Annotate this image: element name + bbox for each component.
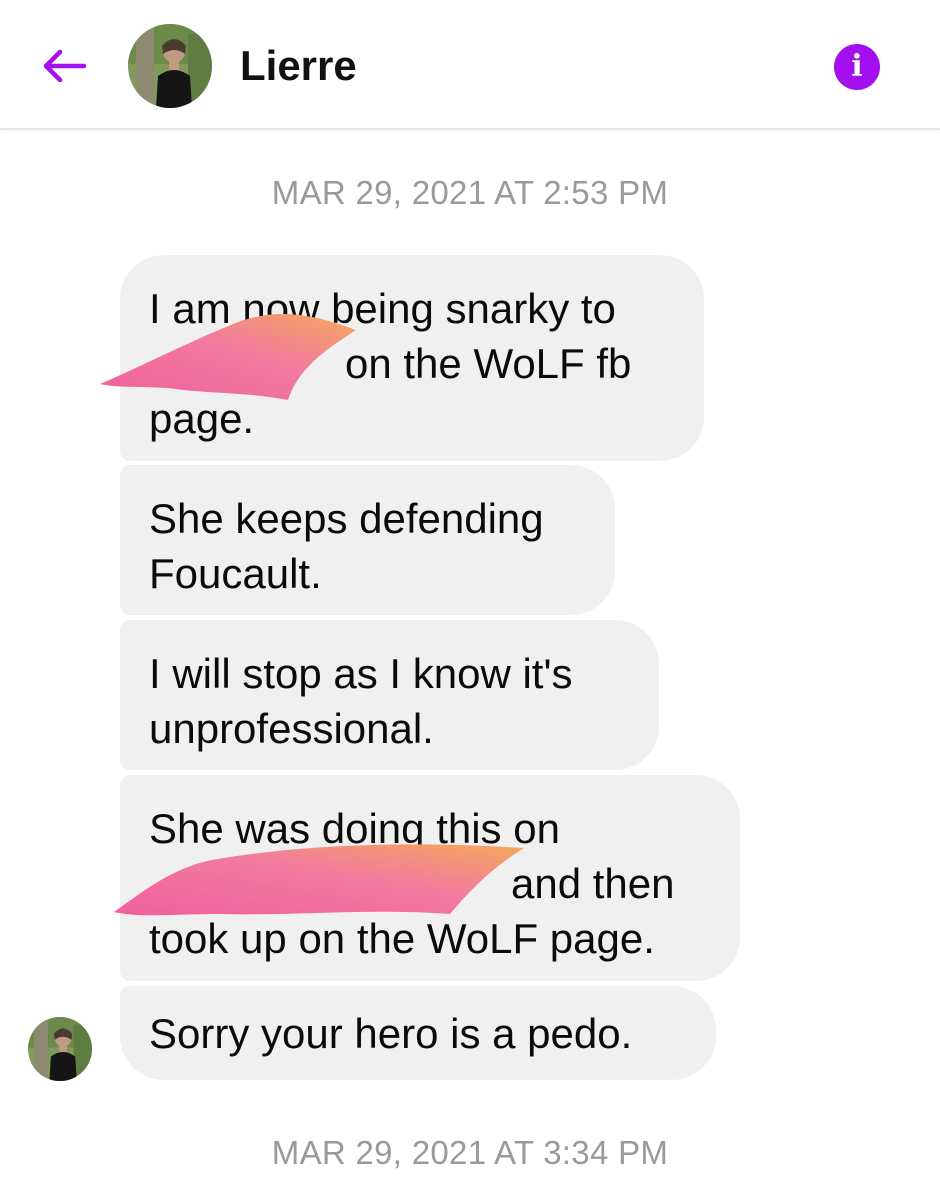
message-line: I am now being snarky to [149,285,616,332]
message-line: page. [149,395,255,442]
message-line: She keeps defending [149,495,544,542]
sender-avatar[interactable] [28,1017,92,1081]
message-bubble[interactable]: She keeps defending Foucault. [120,465,615,615]
message-bubble[interactable]: I am now being snarky to on the WoLF fb … [120,255,704,461]
message-line: I will stop as I know it's [149,650,573,697]
message-line: She was doing this on [149,805,560,852]
arrow-left-icon [43,49,87,83]
message-line: Foucault. [149,550,322,597]
message-bubble[interactable]: I will stop as I know it's unprofessiona… [120,620,659,770]
message-line: and then [511,860,675,907]
contact-name[interactable]: Lierre [240,40,357,92]
timestamp: MAR 29, 2021 AT 3:34 PM [271,1134,669,1171]
info-button[interactable]: i [834,44,880,90]
message-line: Sorry your hero is a pedo. [149,1010,633,1057]
contact-avatar[interactable] [128,24,212,108]
conversation-header: Lierre i [0,0,940,130]
back-button[interactable] [36,40,92,92]
message-bubble[interactable]: She was doing this on and then took up o… [120,775,740,981]
message-line: on the WoLF fb [345,340,632,387]
info-icon: i [851,49,863,84]
message-bubble[interactable]: Sorry your hero is a pedo. [120,986,716,1080]
message-line: unprofessional. [149,705,434,752]
message-line: took up on the WoLF page. [149,915,655,962]
timestamp: MAR 29, 2021 AT 2:53 PM [271,174,669,211]
